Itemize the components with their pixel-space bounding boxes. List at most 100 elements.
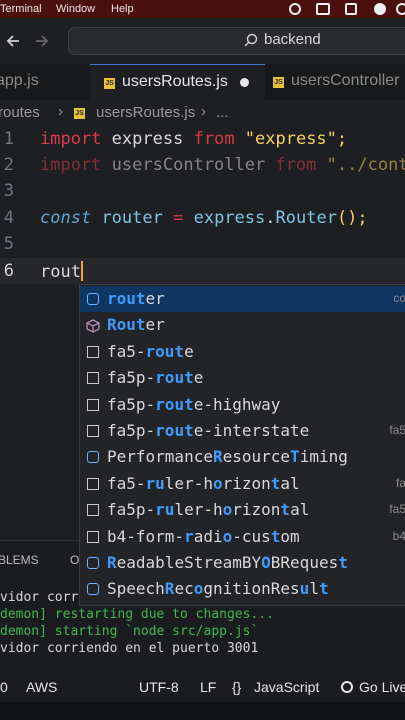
tab-output[interactable]: O <box>70 553 79 567</box>
tab-app-js[interactable]: app.js <box>0 64 86 100</box>
breadcrumb-folder[interactable]: routes <box>0 104 40 121</box>
suggestion-label: fa5p-ruler-horizontal <box>107 500 310 520</box>
suggestion-item[interactable]: Router <box>80 312 405 338</box>
terminal-text: vidor corriendo en el puerto 3001 <box>0 641 259 656</box>
suggestion-item[interactable]: fa5-ruler-horizontal fa <box>80 471 405 497</box>
code-line-6[interactable]: rout <box>40 261 83 282</box>
unsaved-dot-icon[interactable] <box>240 78 249 87</box>
terminal-line: demon] restarting due to changes... <box>0 607 274 622</box>
line-number: 2 <box>3 155 14 175</box>
suggestion-item[interactable]: fa5p-ruler-horizontal fa5 <box>80 497 405 523</box>
function-name: Router <box>275 208 337 228</box>
keyword: import <box>40 155 102 175</box>
chevron-right-icon: › <box>201 103 206 120</box>
grid-icon[interactable] <box>345 3 357 15</box>
keyword: from <box>275 155 317 175</box>
suggestion-item[interactable]: SpeechRecognitionResult <box>80 576 405 602</box>
status-errors[interactable]: 0 <box>0 679 8 695</box>
chevron-right-icon: › <box>58 103 63 120</box>
punctuation: (); <box>336 208 368 228</box>
suggestion-label: fa5-ruler-horizontal <box>107 473 300 493</box>
suggestion-detail: b4 <box>392 528 405 543</box>
play-icon[interactable] <box>374 3 386 15</box>
status-icon[interactable] <box>396 3 405 15</box>
suggestion-item[interactable]: b4-form-radio-custom b4 <box>80 524 405 550</box>
string-literal: "../cont <box>326 155 405 175</box>
suggestion-detail: co <box>393 291 405 305</box>
code-line-1[interactable]: import express from "express"; <box>40 129 347 149</box>
snippet-icon <box>87 425 99 437</box>
status-go-live[interactable]: Go Live <box>359 679 405 695</box>
identifier: express <box>111 129 184 149</box>
suggestion-item[interactable]: fa5p-route-highway <box>80 392 405 418</box>
suggestion-detail: fa5 <box>389 502 405 517</box>
broadcast-icon <box>341 681 353 693</box>
search-icon <box>244 33 258 47</box>
menu-window[interactable]: Window <box>56 3 95 15</box>
breadcrumb-more[interactable]: ... <box>216 104 229 121</box>
suggestion-item[interactable]: PerformanceResourceTiming <box>80 444 405 470</box>
ref-icon <box>87 451 99 464</box>
terminal-text: vidor corr <box>0 590 79 605</box>
search-text: backend <box>264 31 321 48</box>
string-literal: "express"; <box>244 129 348 149</box>
snippet-icon <box>87 398 99 411</box>
menu-terminal[interactable]: Terminal <box>0 3 42 15</box>
tab-label: usersRoutes.js <box>122 73 228 90</box>
suggestion-label: ReadableStreamBYOBRequest <box>107 553 348 572</box>
command-center-search[interactable]: backend <box>68 27 405 55</box>
suggestion-item[interactable]: ReadableStreamBYOBRequest <box>80 550 405 576</box>
record-icon[interactable] <box>289 3 301 15</box>
forward-arrow-icon[interactable] <box>34 33 50 49</box>
line-number: 1 <box>3 129 14 149</box>
snippet-icon <box>87 477 99 490</box>
tab-users-controller[interactable]: JS usersController <box>265 64 405 100</box>
status-eol[interactable]: LF <box>200 679 216 695</box>
suggestion-label: fa5p-route <box>107 368 204 388</box>
suggestion-item[interactable]: fa5p-route <box>80 365 405 391</box>
ref-icon <box>87 557 99 569</box>
editor-tabs: app.js JS usersRoutes.js JS usersControlle… <box>0 64 405 100</box>
autocomplete-suggest-widget: router co Router fa5-route fa5p-route fa5p-ro… <box>79 284 405 606</box>
punctuation: . <box>265 208 276 228</box>
suggestion-label: PerformanceResourceTiming <box>107 447 348 467</box>
status-aws[interactable]: AWS <box>26 679 57 695</box>
operator: = <box>173 208 184 228</box>
suggestion-label: SpeechRecognitionResult <box>107 579 329 599</box>
snippet-icon <box>87 372 99 385</box>
status-encoding[interactable]: UTF-8 <box>139 679 179 695</box>
line-number: 4 <box>3 208 14 228</box>
snippet-icon <box>87 504 99 517</box>
suggestion-detail: fa <box>395 475 405 490</box>
snippet-icon <box>87 530 99 543</box>
suggestion-item[interactable]: router co <box>80 286 405 312</box>
suggestion-item[interactable]: fa5-route <box>80 339 405 365</box>
code-line-4[interactable]: const router = express.Router(); <box>40 208 368 228</box>
line-number: 5 <box>3 234 14 254</box>
suggestion-label: b4-form-radio-custom <box>107 526 300 546</box>
identifier: usersController <box>111 155 266 175</box>
braces-icon: {} <box>232 679 242 695</box>
tab-problems[interactable]: BLEMS <box>0 553 39 567</box>
module-icon <box>86 318 100 334</box>
back-arrow-icon[interactable] <box>5 33 21 49</box>
text-cursor <box>80 261 83 281</box>
menu-bar: Terminal Window Help <box>0 0 405 18</box>
bottom-strip <box>0 702 405 720</box>
keyword: const <box>40 208 92 228</box>
code-line-2[interactable]: import usersController from "../cont <box>40 155 405 175</box>
js-file-icon: JS <box>104 78 115 89</box>
status-bar: 0 AWS UTF-8 LF {} JavaScript Go Live <box>0 672 405 702</box>
suggestion-item[interactable]: fa5p-route-interstate fa5 <box>80 418 405 444</box>
menu-help[interactable]: Help <box>111 3 134 15</box>
terminal-text: demon] starting `node src/app.js` <box>0 624 259 639</box>
terminal-text: demon] restarting due to changes... <box>0 607 274 622</box>
tab-users-routes[interactable]: JS usersRoutes.js <box>90 64 265 100</box>
suggestion-label: fa5p-route-interstate <box>107 421 310 440</box>
cup-icon[interactable] <box>316 3 330 15</box>
js-file-icon: JS <box>273 77 284 88</box>
status-language[interactable]: JavaScript <box>254 679 319 695</box>
breadcrumb-file[interactable]: usersRoutes.js <box>96 104 216 121</box>
line-number: 6 <box>3 261 14 281</box>
tab-label: app.js <box>0 72 39 89</box>
